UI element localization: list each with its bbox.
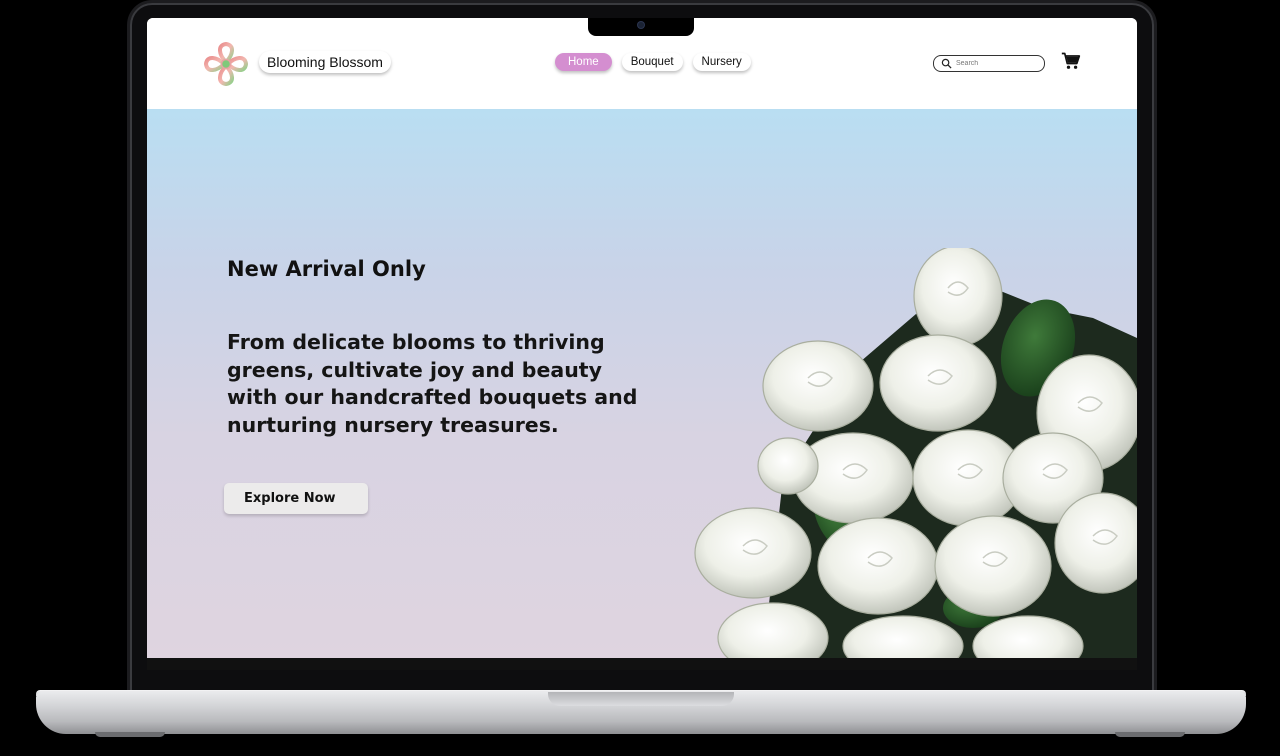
shopping-cart-icon[interactable] bbox=[1061, 51, 1081, 71]
hero-headline: From delicate blooms to thriving greens,… bbox=[227, 330, 638, 437]
four-petal-flower-logo-icon[interactable] bbox=[201, 39, 251, 89]
explore-now-button[interactable]: Explore Now bbox=[224, 483, 368, 514]
search-icon bbox=[941, 58, 952, 69]
laptop-screen-chin bbox=[147, 658, 1137, 670]
webcam-icon bbox=[638, 22, 644, 28]
laptop-foot-right bbox=[1115, 732, 1185, 737]
main-nav: Home Bouquet Nursery bbox=[555, 53, 751, 71]
nav-item-home[interactable]: Home bbox=[555, 53, 612, 71]
laptop-mockup: Blooming Blossom Home Bouquet Nursery Se… bbox=[0, 0, 1280, 756]
white-roses-bouquet-image bbox=[694, 248, 1137, 658]
search-box[interactable] bbox=[933, 55, 1045, 72]
laptop-screen: Blooming Blossom Home Bouquet Nursery Se… bbox=[147, 18, 1137, 658]
nav-item-nursery[interactable]: Nursery bbox=[692, 53, 751, 71]
laptop-foot-left bbox=[95, 732, 165, 737]
camera-notch bbox=[588, 18, 694, 36]
hero-eyebrow: New Arrival Only bbox=[227, 257, 426, 281]
nav-item-bouquet[interactable]: Bouquet bbox=[621, 53, 683, 71]
search-input[interactable] bbox=[956, 56, 1040, 71]
hero-section: New Arrival Only From delicate blooms to… bbox=[147, 109, 1137, 658]
laptop-opening-groove bbox=[548, 692, 734, 706]
brand-name[interactable]: Blooming Blossom bbox=[259, 51, 391, 73]
